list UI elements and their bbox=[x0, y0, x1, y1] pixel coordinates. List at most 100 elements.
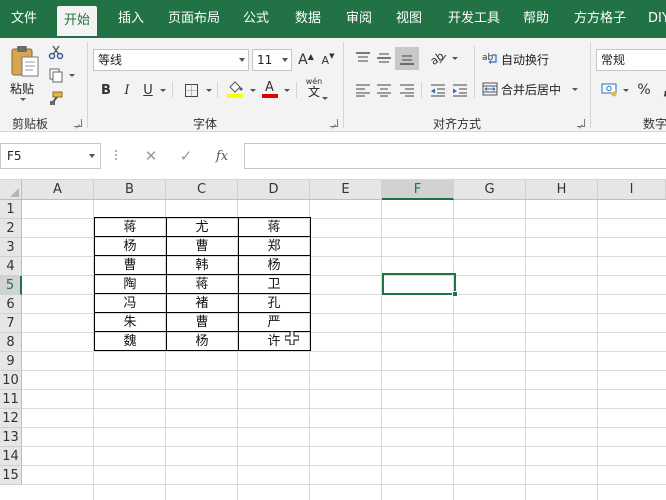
column-header-a[interactable]: A bbox=[22, 180, 94, 200]
increase-font-button[interactable]: A ▲ bbox=[296, 50, 316, 70]
align-bottom-button[interactable] bbox=[395, 47, 419, 70]
tab-page-layout[interactable]: 页面布局 bbox=[168, 0, 220, 38]
row-header-6[interactable]: 6 bbox=[0, 295, 22, 314]
enter-formula-button[interactable]: ✓ bbox=[171, 143, 201, 169]
font-size-select[interactable]: 11 bbox=[252, 49, 292, 71]
cell-d6[interactable]: 孔 bbox=[238, 294, 310, 313]
format-painter-button[interactable] bbox=[46, 88, 66, 108]
decrease-indent-button[interactable] bbox=[428, 80, 448, 100]
cell-b4[interactable]: 曹 bbox=[94, 256, 166, 275]
column-header-c[interactable]: C bbox=[166, 180, 238, 200]
row-header-13[interactable]: 13 bbox=[0, 428, 22, 447]
cell-d7[interactable]: 严 bbox=[238, 313, 310, 332]
cell-b8[interactable]: 魏 bbox=[94, 332, 166, 351]
number-format-select[interactable]: 常规 bbox=[596, 49, 666, 71]
column-header-e[interactable]: E bbox=[310, 180, 382, 200]
select-all-button[interactable] bbox=[0, 180, 22, 200]
align-left-button[interactable] bbox=[353, 80, 373, 100]
cell-d8[interactable]: 许 bbox=[238, 332, 310, 351]
tab-formulas[interactable]: 公式 bbox=[243, 0, 269, 38]
tab-help[interactable]: 帮助 bbox=[523, 0, 549, 38]
row-header-8[interactable]: 8 bbox=[0, 333, 22, 352]
font-color-button[interactable]: A bbox=[260, 78, 280, 98]
clipboard-launcher-icon[interactable] bbox=[74, 119, 82, 127]
comma-button[interactable]: , bbox=[656, 78, 666, 98]
row-header-1[interactable]: 1 bbox=[0, 200, 22, 219]
tab-view[interactable]: 视图 bbox=[396, 0, 422, 38]
row-header-4[interactable]: 4 bbox=[0, 257, 22, 276]
column-header-h[interactable]: H bbox=[526, 180, 598, 200]
tab-developer[interactable]: 开发工具 bbox=[448, 0, 500, 38]
font-name-select[interactable]: 等线 bbox=[93, 49, 249, 71]
cell-c2[interactable]: 尤 bbox=[166, 218, 238, 237]
row-header-5[interactable]: 5 bbox=[0, 276, 22, 295]
font-launcher-icon[interactable] bbox=[330, 119, 338, 127]
currency-button[interactable] bbox=[600, 79, 620, 99]
row-header-9[interactable]: 9 bbox=[0, 352, 22, 371]
copy-button[interactable] bbox=[46, 65, 66, 85]
alignment-group-label: 对齐方式 bbox=[433, 117, 482, 131]
formula-bar-grip[interactable] bbox=[114, 148, 117, 164]
cell-b3[interactable]: 杨 bbox=[94, 237, 166, 256]
cell-d5[interactable]: 卫 bbox=[238, 275, 310, 294]
cell-c5[interactable]: 蒋 bbox=[166, 275, 238, 294]
insert-function-button[interactable]: fx bbox=[207, 143, 237, 169]
tab-diy[interactable]: DIY bbox=[648, 0, 666, 38]
column-header-i[interactable]: I bbox=[598, 180, 666, 200]
orientation-button[interactable]: ab bbox=[429, 48, 449, 68]
italic-button[interactable]: I bbox=[117, 80, 137, 100]
decrease-font-button[interactable]: A ▼ bbox=[318, 50, 338, 70]
paste-button[interactable]: 粘贴 bbox=[6, 42, 40, 101]
row-header-2[interactable]: 2 bbox=[0, 219, 22, 238]
cancel-formula-button[interactable]: ✕ bbox=[136, 143, 166, 169]
merge-center-button[interactable]: 合并后居中 bbox=[482, 80, 582, 100]
cell-b5[interactable]: 陶 bbox=[94, 275, 166, 294]
align-middle-button[interactable] bbox=[374, 48, 394, 68]
fill-color-button[interactable] bbox=[225, 78, 245, 98]
row-header-7[interactable]: 7 bbox=[0, 314, 22, 333]
cell-b2[interactable]: 蒋 bbox=[94, 218, 166, 237]
column-header-f[interactable]: F bbox=[382, 180, 454, 200]
cell-b6[interactable]: 冯 bbox=[94, 294, 166, 313]
column-header-g[interactable]: G bbox=[454, 180, 526, 200]
increase-indent-button[interactable] bbox=[450, 80, 470, 100]
active-cell-f5[interactable] bbox=[382, 273, 456, 295]
name-box[interactable]: F5 bbox=[0, 143, 101, 169]
row-header-11[interactable]: 11 bbox=[0, 390, 22, 409]
alignment-launcher-icon[interactable] bbox=[577, 119, 585, 127]
tab-review[interactable]: 审阅 bbox=[346, 0, 372, 38]
row-header-15[interactable]: 15 bbox=[0, 466, 22, 485]
align-center-button[interactable] bbox=[374, 80, 394, 100]
underline-button[interactable]: U bbox=[138, 80, 158, 100]
cell-d3[interactable]: 郑 bbox=[238, 237, 310, 256]
column-header-b[interactable]: B bbox=[94, 180, 166, 200]
align-right-button[interactable] bbox=[397, 80, 417, 100]
row-header-12[interactable]: 12 bbox=[0, 409, 22, 428]
tab-file[interactable]: 文件 bbox=[11, 0, 37, 38]
wrap-text-button[interactable]: ab 自动换行 bbox=[482, 50, 562, 70]
cell-c6[interactable]: 褚 bbox=[166, 294, 238, 313]
tab-insert[interactable]: 插入 bbox=[118, 0, 144, 38]
row-header-14[interactable]: 14 bbox=[0, 447, 22, 466]
cell-c7[interactable]: 曹 bbox=[166, 313, 238, 332]
percent-button[interactable]: % bbox=[634, 80, 654, 100]
row-header-10[interactable]: 10 bbox=[0, 371, 22, 390]
align-top-button[interactable] bbox=[353, 48, 373, 68]
borders-button[interactable] bbox=[181, 80, 201, 100]
cell-c4[interactable]: 韩 bbox=[166, 256, 238, 275]
tab-home[interactable]: 开始 bbox=[57, 6, 98, 38]
cell-d2[interactable]: 蒋 bbox=[238, 218, 310, 237]
cell-d4[interactable]: 杨 bbox=[238, 256, 310, 275]
cell-b7[interactable]: 朱 bbox=[94, 313, 166, 332]
tab-fangfang[interactable]: 方方格子 bbox=[574, 0, 626, 38]
bold-button[interactable]: B bbox=[96, 80, 116, 100]
formula-input[interactable] bbox=[244, 143, 666, 169]
cut-button[interactable] bbox=[46, 42, 66, 62]
cell-c3[interactable]: 曹 bbox=[166, 237, 238, 256]
fill-handle[interactable] bbox=[452, 291, 458, 297]
row-header-3[interactable]: 3 bbox=[0, 238, 22, 257]
cell-c8[interactable]: 杨 bbox=[166, 332, 238, 351]
tab-data[interactable]: 数据 bbox=[295, 0, 321, 38]
grid-column-line bbox=[453, 200, 454, 500]
column-header-d[interactable]: D bbox=[238, 180, 310, 200]
